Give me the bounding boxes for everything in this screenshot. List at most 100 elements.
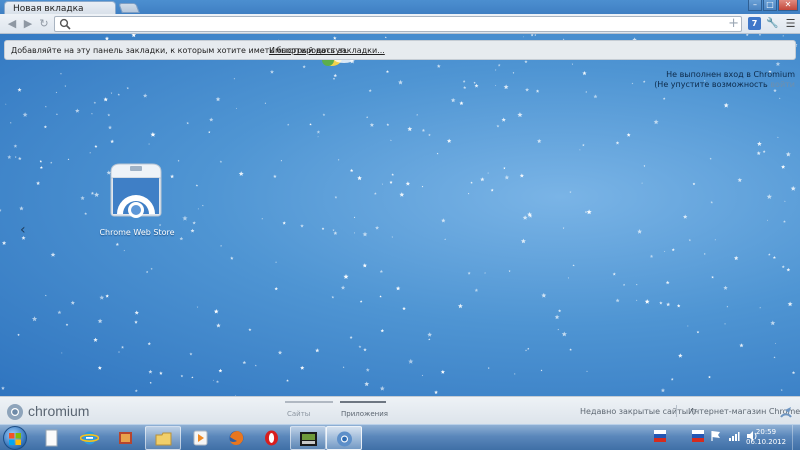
- star-decoration: [369, 122, 375, 127]
- star-decoration: [579, 149, 581, 151]
- star-decoration: [375, 225, 380, 230]
- star-decoration: [517, 112, 523, 118]
- taskbar-game[interactable]: [290, 426, 326, 450]
- star-decoration: [726, 305, 729, 308]
- star-decoration: [757, 141, 762, 146]
- star-decoration: [416, 114, 418, 116]
- star-decoration: [287, 123, 290, 126]
- star-decoration: [18, 156, 22, 161]
- star-decoration: [216, 323, 221, 328]
- dot-tab-apps[interactable]: Приложения: [341, 410, 388, 418]
- browser-toolbar: ◀ ▶ ↻ + 7 🔧 ☰: [0, 14, 800, 34]
- omnibox[interactable]: +: [54, 16, 742, 32]
- star-decoration: [768, 253, 771, 256]
- keyboard-layout-flag-icon[interactable]: [692, 430, 704, 442]
- action-center-flag-icon[interactable]: [710, 430, 722, 442]
- star-decoration: [379, 269, 383, 273]
- star-decoration: [522, 215, 528, 220]
- language-flag-icon[interactable]: [654, 430, 666, 442]
- star-decoration: [333, 231, 338, 235]
- star-decoration: [659, 301, 663, 305]
- star-decoration: [300, 365, 305, 370]
- star-decoration: [474, 83, 479, 88]
- star-decoration: [512, 72, 515, 74]
- signin-line-1: Не выполнен вход в Chromium: [666, 70, 795, 79]
- star-decoration: [631, 82, 634, 85]
- reload-button[interactable]: ↻: [38, 17, 50, 31]
- dot-tab-sites[interactable]: Сайты: [287, 410, 310, 418]
- add-icon[interactable]: +: [728, 16, 739, 31]
- network-icon[interactable]: [728, 430, 740, 442]
- star-decoration: [99, 295, 105, 300]
- start-button[interactable]: [3, 426, 27, 450]
- star-decoration: [427, 332, 432, 337]
- star-decoration: [65, 323, 69, 326]
- taskbar-chromium[interactable]: [326, 426, 362, 450]
- star-decoration: [97, 365, 102, 370]
- star-decoration: [703, 253, 706, 255]
- star-decoration: [334, 195, 338, 199]
- star-decoration: [105, 294, 109, 298]
- taskbar-documents[interactable]: [34, 426, 70, 450]
- star-decoration: [134, 389, 138, 393]
- star-decoration: [572, 264, 575, 267]
- show-desktop-button[interactable]: [792, 425, 800, 450]
- footer-divider: [676, 405, 677, 417]
- star-decoration: [780, 388, 783, 391]
- internet-explorer-icon: [80, 431, 99, 445]
- star-decoration: [349, 335, 353, 339]
- star-decoration: [514, 373, 516, 375]
- web-store-icon: [110, 163, 162, 218]
- taskbar-opera[interactable]: [254, 426, 290, 450]
- star-decoration: [261, 218, 263, 220]
- star-decoration: [537, 138, 542, 143]
- star-decoration: [558, 309, 562, 313]
- star-decoration: [368, 89, 372, 92]
- star-decoration: [22, 112, 28, 117]
- taskbar-winrar[interactable]: [108, 426, 144, 450]
- import-bookmarks-link[interactable]: Импортировать закладки...: [269, 46, 385, 55]
- star-decoration: [660, 388, 666, 393]
- star-decoration: [557, 328, 560, 331]
- page-switcher-left[interactable]: ‹: [20, 222, 26, 238]
- star-decoration: [421, 185, 424, 188]
- signin-link[interactable]: войти: [770, 80, 795, 89]
- back-button[interactable]: ◀: [6, 17, 18, 31]
- star-decoration: [150, 132, 156, 137]
- system-clock[interactable]: 20:59 06.10.2012: [746, 427, 786, 447]
- star-decoration: [782, 35, 784, 37]
- new-tab-button[interactable]: [118, 3, 140, 13]
- app-tile-chrome-web-store[interactable]: Chrome Web Store: [98, 160, 176, 242]
- star-decoration: [562, 227, 565, 229]
- taskbar-media-player[interactable]: [183, 426, 219, 450]
- wrench-icon[interactable]: 🔧: [766, 17, 779, 30]
- web-store-small-icon[interactable]: [779, 405, 793, 419]
- star-decoration: [784, 200, 786, 202]
- minimize-button[interactable]: –: [748, 0, 762, 11]
- taskbar-internet-explorer[interactable]: [72, 426, 108, 450]
- maximize-button[interactable]: □: [763, 0, 777, 11]
- star-decoration: [759, 306, 761, 309]
- star-decoration: [107, 113, 111, 117]
- close-button[interactable]: ✕: [778, 0, 798, 11]
- dot-tab-sites-bar[interactable]: [285, 401, 333, 403]
- star-decoration: [777, 136, 779, 138]
- star-decoration: [756, 151, 761, 155]
- tab-new-tab[interactable]: Новая вкладка: [4, 1, 116, 15]
- menu-icon[interactable]: ☰: [784, 17, 797, 30]
- star-decoration: [274, 286, 278, 291]
- star-decoration: [300, 224, 304, 228]
- star-decoration: [664, 250, 666, 252]
- star-decoration: [446, 138, 452, 143]
- extension-button[interactable]: 7: [748, 17, 761, 30]
- star-decoration: [363, 347, 367, 352]
- recently-closed-menu[interactable]: Недавно закрытые сайты ▽: [580, 407, 697, 416]
- dot-tab-apps-bar[interactable]: [340, 401, 386, 403]
- star-decoration: [408, 358, 414, 364]
- taskbar-firefox[interactable]: [219, 426, 255, 450]
- star-decoration: [381, 183, 383, 185]
- star-decoration: [783, 220, 786, 223]
- forward-button[interactable]: ▶: [22, 17, 34, 31]
- taskbar-file-explorer[interactable]: [145, 426, 181, 450]
- star-decoration: [395, 286, 401, 291]
